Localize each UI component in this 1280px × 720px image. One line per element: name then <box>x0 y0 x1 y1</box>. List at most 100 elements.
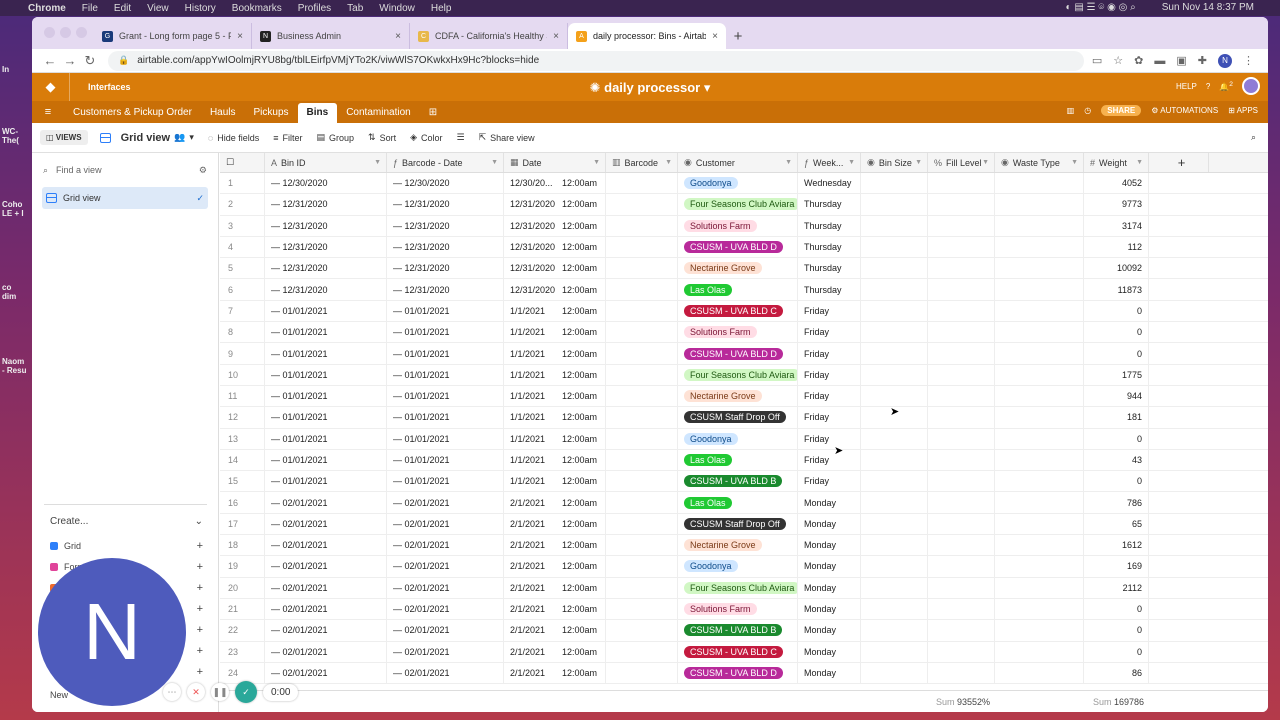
table-row[interactable]: 14— 01/01/2021— 01/01/2021 1/1/2021 12:00a… <box>220 449 1268 472</box>
table-row[interactable]: 23— 02/01/2021— 02/01/2021 2/1/2021 12:00a… <box>220 641 1268 663</box>
cell-bin-id[interactable]: — 02/01/2021 <box>265 598 387 620</box>
table-row[interactable]: 15— 01/01/2021— 01/01/2021 1/1/2021 12:00a… <box>220 471 1268 493</box>
column-header[interactable]: ▦ Date ▼ <box>504 153 606 172</box>
cell-barcode[interactable] <box>606 173 678 194</box>
cell-barcode[interactable] <box>606 535 678 556</box>
cell-barcode-date[interactable]: — 02/01/2021 <box>387 492 504 513</box>
cell-date[interactable]: 1/1/2021 12:00am <box>504 407 606 428</box>
cell-barcode-date[interactable]: — 01/01/2021 <box>387 385 504 407</box>
back-icon[interactable]: ← <box>40 53 60 68</box>
cell-weekday[interactable]: Friday <box>798 322 861 343</box>
cell-date[interactable]: 2/1/2021 12:00am <box>504 641 606 662</box>
cell-weekday[interactable]: Thursday <box>798 215 861 236</box>
cell-date[interactable]: 12/31/2020 12:00am <box>504 258 606 279</box>
cell-weekday[interactable]: Friday <box>798 449 861 471</box>
column-header[interactable]: ƒ Week... ▼ <box>798 153 861 172</box>
reload-icon[interactable]: ↻ <box>80 53 100 69</box>
plus-icon[interactable]: + <box>197 561 203 573</box>
profile-avatar[interactable]: N <box>1218 53 1232 68</box>
cell-waste-type[interactable] <box>995 428 1084 449</box>
cell-date[interactable]: 1/1/2021 12:00am <box>504 322 606 343</box>
cell-weight[interactable]: 2112 <box>1084 577 1149 598</box>
plus-icon[interactable]: + <box>197 666 203 678</box>
cell-weekday[interactable]: Thursday <box>798 194 861 215</box>
cell-barcode[interactable] <box>606 449 678 471</box>
cell-waste-type[interactable] <box>995 236 1084 258</box>
plus-icon[interactable]: + <box>197 624 203 636</box>
cell-bin-id[interactable]: — 12/31/2020 <box>265 236 387 258</box>
chevron-down-icon[interactable]: ▼ <box>374 159 381 166</box>
cell-barcode-date[interactable]: — 02/01/2021 <box>387 513 504 535</box>
table-tab[interactable]: Hauls <box>201 103 245 123</box>
cell-fill-level[interactable] <box>928 449 995 471</box>
views-toggle-button[interactable]: ◫ VIEWS <box>40 130 88 145</box>
table-row[interactable]: 5— 12/31/2020— 12/31/2020 12/31/2020 12:00… <box>220 258 1268 280</box>
automations-button[interactable]: ⚙ AUTOMATIONS <box>1151 106 1218 115</box>
cell-date[interactable]: 12/31/2020 12:00am <box>504 215 606 236</box>
cell-waste-type[interactable] <box>995 385 1084 407</box>
cell-bin-size[interactable] <box>861 385 928 407</box>
table-row[interactable]: 21— 02/01/2021— 02/01/2021 2/1/2021 12:00a… <box>220 598 1268 621</box>
cell-weight[interactable]: 11873 <box>1084 279 1149 300</box>
history-icon[interactable]: ◷ <box>1084 106 1091 115</box>
table-row[interactable]: 4— 12/31/2020— 12/31/2020 12/31/2020 12:00… <box>220 236 1268 259</box>
cell-weight[interactable]: 3174 <box>1084 215 1149 236</box>
table-row[interactable]: 18— 02/01/2021— 02/01/2021 2/1/2021 12:00a… <box>220 535 1268 557</box>
cell-weight[interactable]: 0 <box>1084 641 1149 662</box>
cell-barcode-date[interactable]: — 01/01/2021 <box>387 322 504 343</box>
menubar-item[interactable]: Window <box>379 3 415 14</box>
cell-date[interactable]: 2/1/2021 12:00am <box>504 662 606 684</box>
plus-icon[interactable]: + <box>197 582 203 594</box>
cell-waste-type[interactable] <box>995 471 1084 492</box>
cell-barcode[interactable] <box>606 513 678 535</box>
cell-barcode[interactable] <box>606 322 678 343</box>
cell-bin-size[interactable] <box>861 194 928 215</box>
cell-fill-level[interactable] <box>928 343 995 364</box>
camera-icon[interactable]: ▭ <box>1092 54 1102 67</box>
menubar-item[interactable]: Help <box>431 3 452 14</box>
cell-bin-size[interactable] <box>861 556 928 577</box>
cell-bin-size[interactable] <box>861 258 928 279</box>
cell-waste-type[interactable] <box>995 173 1084 194</box>
cell-weight[interactable]: 169 <box>1084 556 1149 577</box>
cell-barcode-date[interactable]: — 12/31/2020 <box>387 194 504 215</box>
cell-barcode[interactable] <box>606 428 678 449</box>
cell-customer[interactable]: Nectarine Grove <box>678 258 798 279</box>
cell-fill-level[interactable] <box>928 428 995 449</box>
cell-bin-size[interactable] <box>861 662 928 684</box>
cell-customer[interactable]: CSUSM - UVA BLD B <box>678 620 798 641</box>
cell-waste-type[interactable] <box>995 215 1084 236</box>
cell-barcode-date[interactable]: — 02/01/2021 <box>387 641 504 662</box>
cell-bin-id[interactable]: — 01/01/2021 <box>265 343 387 364</box>
chevron-down-icon[interactable]: ▼ <box>848 159 855 166</box>
color-button[interactable]: ◈ Color <box>410 132 442 143</box>
column-header[interactable]: ◉ Customer ▼ <box>678 153 798 172</box>
cell-bin-id[interactable]: — 02/01/2021 <box>265 513 387 535</box>
table-row[interactable]: 20— 02/01/2021— 02/01/2021 2/1/2021 12:00a… <box>220 577 1268 599</box>
minimize-window-dot[interactable] <box>60 27 71 38</box>
column-header[interactable]: # Weight ▼ <box>1084 153 1149 172</box>
cell-date[interactable]: 2/1/2021 12:00am <box>504 556 606 577</box>
cell-customer[interactable]: Four Seasons Club Aviara <box>678 577 798 598</box>
cell-barcode-date[interactable]: — 01/01/2021 <box>387 407 504 428</box>
cell-barcode-date[interactable]: — 01/01/2021 <box>387 364 504 385</box>
pause-icon[interactable]: ❚❚ <box>211 683 229 701</box>
cell-customer[interactable]: CSUSM - UVA BLD D <box>678 662 798 684</box>
menubar-item[interactable]: View <box>147 3 169 14</box>
cell-barcode[interactable] <box>606 279 678 300</box>
cell-barcode[interactable] <box>606 258 678 279</box>
cell-customer[interactable]: Solutions Farm <box>678 598 798 620</box>
close-tab-icon[interactable]: × <box>712 31 718 42</box>
cell-fill-level[interactable] <box>928 215 995 236</box>
cell-fill-level[interactable] <box>928 300 995 322</box>
cell-barcode[interactable] <box>606 215 678 236</box>
weight-sum[interactable]: Sum 169786 <box>1093 697 1144 707</box>
table-row[interactable]: 13— 01/01/2021— 01/01/2021 1/1/2021 12:00a… <box>220 428 1268 450</box>
cell-barcode[interactable] <box>606 364 678 385</box>
cell-date[interactable]: 1/1/2021 12:00am <box>504 364 606 385</box>
select-all-checkbox[interactable]: ☐ <box>220 153 265 172</box>
cell-waste-type[interactable] <box>995 258 1084 279</box>
cell-barcode-date[interactable]: — 02/01/2021 <box>387 535 504 556</box>
finish-recording-icon[interactable]: ✓ <box>235 681 257 703</box>
group-button[interactable]: ▤ Group <box>317 132 355 143</box>
